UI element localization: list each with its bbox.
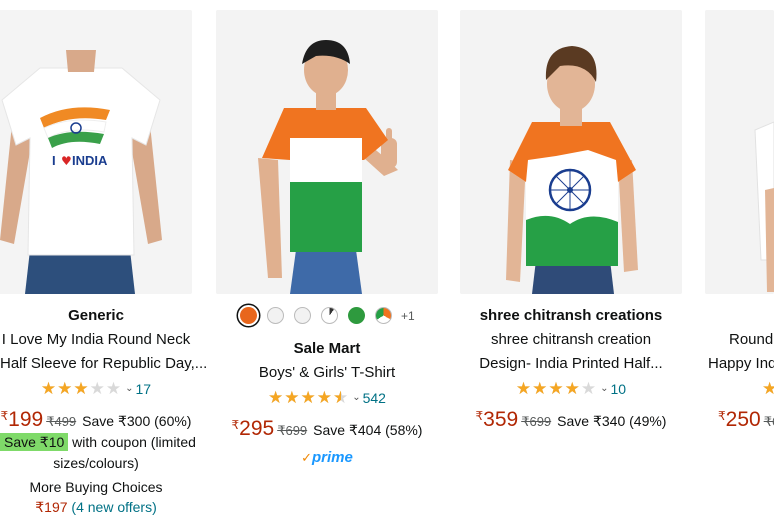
product-card[interactable]: +1 Sale Mart Boys' & Girls' T-Shirt ★★★★… (216, 0, 438, 516)
price-row: ₹250₹699 (718, 408, 774, 432)
mrp-strikethrough: ₹699 (277, 423, 308, 438)
product-brand: Sale Mart (293, 340, 361, 357)
star-rating-fill: ★★★★★ (268, 389, 341, 407)
svg-text:♥: ♥ (61, 154, 72, 168)
rating-count[interactable]: 17 (136, 381, 152, 397)
prime-badge: ✓prime (216, 449, 438, 467)
rating-row[interactable]: ★★★★★★★★★★⌄542 (216, 389, 438, 407)
product-title-line-1[interactable]: shree chitransh creation (460, 328, 682, 352)
chevron-down-icon[interactable]: ⌄ (352, 392, 360, 403)
price[interactable]: ₹359 (476, 408, 519, 431)
offers-row: ₹197 (4 new offers) (0, 499, 192, 516)
color-swatch-green[interactable] (348, 307, 365, 324)
more-buying-choices: More Buying Choices (29, 479, 163, 495)
color-swatch-pattern[interactable] (321, 307, 338, 324)
color-swatch-white[interactable] (267, 307, 284, 324)
offer-price: ₹197 (35, 499, 68, 515)
chevron-down-icon[interactable]: ⌄ (125, 383, 133, 394)
product-card[interactable]: shree chitransh creations shree chitrans… (460, 0, 682, 516)
star-rating[interactable]: ★★★★★★★★★★ (516, 380, 597, 397)
product-title-line-1[interactable]: I Love My India Round Neck (0, 328, 192, 352)
mrp-strikethrough: ₹499 (46, 414, 77, 429)
savings-text: Save ₹340 (49%) (557, 413, 667, 429)
color-swatch-light-grey[interactable] (294, 307, 311, 324)
rating-row[interactable]: ★★★★★★★★★★⌄10 (460, 380, 682, 398)
prime-check-icon: ✓ (301, 450, 313, 465)
product-brand: Generic (68, 307, 124, 324)
product-title-line-2[interactable]: Design- India Printed Half... (460, 352, 682, 376)
boy-white-tshirt-image: I ♥ INDIA (0, 10, 192, 294)
boy-chakra-tshirt-image (460, 10, 682, 294)
color-swatch-orange[interactable] (240, 307, 257, 324)
new-offers-link[interactable]: (4 new offers) (71, 499, 156, 515)
product-image[interactable] (705, 10, 774, 294)
rating-row[interactable]: ★★★★★★★★★★ (762, 380, 774, 398)
svg-text:INDIA: INDIA (72, 153, 108, 168)
mrp-strikethrough: ₹699 (763, 414, 774, 429)
price-row: ₹359 ₹699 Save ₹340 (49%) (460, 408, 682, 432)
product-card[interactable]: Round Neck Happy Independence ★★★★★★★★★★… (705, 0, 774, 516)
product-title-line-1[interactable]: Round Neck (729, 328, 774, 352)
more-swatches-count[interactable]: +1 (401, 309, 415, 323)
rating-count[interactable]: 10 (611, 381, 627, 397)
product-card[interactable]: I ♥ INDIA Generic I Love My India Round … (0, 0, 207, 516)
chevron-down-icon[interactable]: ⌄ (600, 383, 608, 394)
coupon-text-line-2: sizes/colours) (53, 455, 139, 471)
product-title-line-2[interactable]: Half Sleeve for Republic Day,... (0, 352, 207, 376)
star-rating-fill: ★★★★★ (762, 380, 774, 398)
star-rating-fill: ★★★★★ (515, 380, 581, 398)
price[interactable]: ₹199 (1, 408, 44, 431)
product-image[interactable]: I ♥ INDIA (0, 10, 192, 294)
price-row: ₹199 ₹499 Save ₹300 (60%) (0, 408, 192, 432)
price[interactable]: ₹250 (718, 408, 761, 431)
star-rating-fill: ★★★★★ (40, 380, 90, 398)
product-image[interactable] (460, 10, 682, 294)
star-rating[interactable]: ★★★★★★★★★★ (762, 380, 774, 397)
boy-tricolor-tshirt-image (216, 10, 438, 294)
svg-text:I: I (52, 153, 56, 168)
savings-text: Save ₹300 (60%) (82, 413, 192, 429)
coupon-text: with coupon (limited (72, 434, 196, 450)
price[interactable]: ₹295 (232, 417, 275, 440)
coupon-row: Save ₹10 with coupon (limited (0, 433, 196, 451)
partial-product-image (705, 10, 774, 294)
product-brand: shree chitransh creations (479, 307, 663, 324)
color-swatch-tricolor[interactable] (375, 307, 392, 324)
rating-count[interactable]: 542 (363, 390, 386, 406)
coupon-badge: Save ₹10 (0, 433, 69, 451)
star-rating[interactable]: ★★★★★★★★★★ (268, 389, 349, 406)
product-image[interactable] (216, 10, 438, 294)
savings-text: Save ₹404 (58%) (313, 422, 423, 438)
product-title-line-2[interactable]: Happy Independence (708, 352, 774, 376)
product-title-line-1[interactable]: Boys' & Girls' T-Shirt (216, 361, 438, 385)
star-rating[interactable]: ★★★★★★★★★★ (41, 380, 122, 397)
price-row: ₹295 ₹699 Save ₹404 (58%) (216, 417, 438, 441)
prime-logo-text: prime (312, 449, 353, 466)
rating-row[interactable]: ★★★★★★★★★★⌄17 (0, 380, 192, 398)
mrp-strikethrough: ₹699 (521, 414, 552, 429)
